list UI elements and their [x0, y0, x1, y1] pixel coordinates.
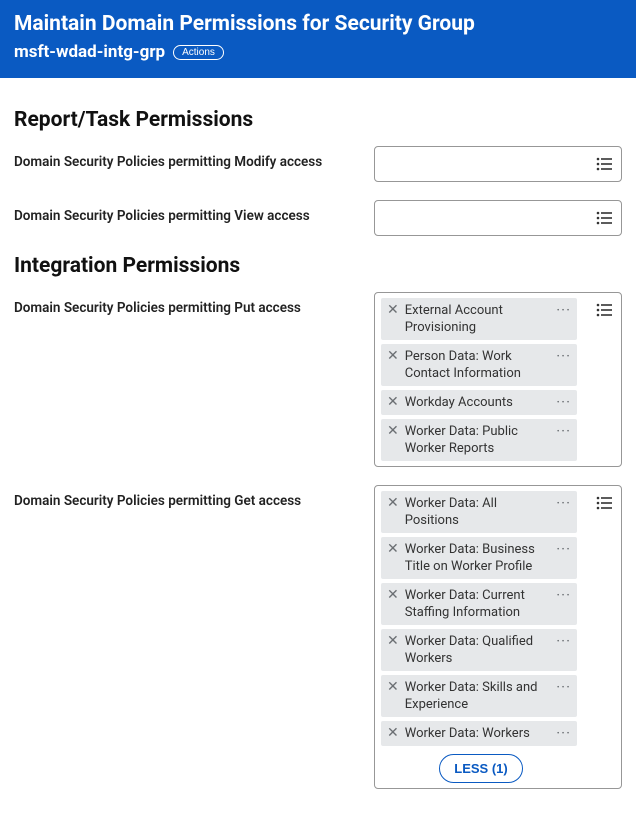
modify-label: Domain Security Policies permitting Modi…: [14, 146, 374, 170]
content-area: Report/Task Permissions Domain Security …: [0, 78, 636, 821]
more-icon[interactable]: ···: [556, 423, 571, 440]
chip: ✕ Person Data: Work Contact Information ··…: [381, 344, 577, 386]
chip: ✕ Workday Accounts ···: [381, 390, 577, 415]
remove-icon[interactable]: ✕: [387, 725, 399, 742]
field-modify-access: Domain Security Policies permitting Modi…: [14, 146, 622, 182]
list-icon[interactable]: [595, 301, 613, 323]
view-picker[interactable]: [374, 200, 622, 236]
remove-icon[interactable]: ✕: [387, 587, 399, 604]
chip-label: Worker Data: Skills and Experience: [405, 679, 551, 713]
chip-label: Worker Data: Business Title on Worker Pr…: [405, 541, 551, 575]
remove-icon[interactable]: ✕: [387, 495, 399, 512]
view-label: Domain Security Policies permitting View…: [14, 200, 374, 224]
remove-icon[interactable]: ✕: [387, 679, 399, 696]
get-picker[interactable]: ✕ Worker Data: All Positions ··· ✕ Worker Da…: [374, 485, 622, 789]
less-button[interactable]: LESS (1): [439, 754, 522, 783]
more-icon[interactable]: ···: [556, 394, 571, 411]
chip-label: Person Data: Work Contact Information: [405, 348, 551, 382]
section-integration: Integration Permissions: [14, 254, 622, 278]
header-subline: msft-wdad-intg-grp Actions: [14, 42, 622, 62]
chip: ✕ Worker Data: Public Worker Reports ···: [381, 419, 577, 461]
chip-label: Worker Data: Qualified Workers: [405, 633, 551, 667]
more-icon[interactable]: ···: [556, 495, 571, 512]
chip: ✕ Worker Data: Workers ···: [381, 721, 577, 746]
remove-icon[interactable]: ✕: [387, 423, 399, 440]
chip: ✕ Worker Data: Skills and Experience ···: [381, 675, 577, 717]
security-group-name: msft-wdad-intg-grp: [14, 42, 165, 62]
chip: ✕ Worker Data: Business Title on Worker P…: [381, 537, 577, 579]
chip-label: Worker Data: Public Worker Reports: [405, 423, 551, 457]
more-icon[interactable]: ···: [556, 302, 571, 319]
modify-picker[interactable]: [374, 146, 622, 182]
list-icon[interactable]: [595, 494, 613, 516]
chip-label: Worker Data: All Positions: [405, 495, 551, 529]
chip-label: Worker Data: Current Staffing Informatio…: [405, 587, 551, 621]
more-icon[interactable]: ···: [556, 679, 571, 696]
get-label: Domain Security Policies permitting Get …: [14, 485, 374, 509]
more-icon[interactable]: ···: [556, 541, 571, 558]
remove-icon[interactable]: ✕: [387, 394, 399, 411]
page-title: Maintain Domain Permissions for Security…: [14, 12, 622, 36]
chip: ✕ Worker Data: Current Staffing Informati…: [381, 583, 577, 625]
put-picker[interactable]: ✕ External Account Provisioning ··· ✕ Person…: [374, 292, 622, 467]
chip-label: Workday Accounts: [405, 394, 551, 411]
more-icon[interactable]: ···: [556, 348, 571, 365]
list-icon[interactable]: [595, 155, 613, 177]
field-get-access: Domain Security Policies permitting Get …: [14, 485, 622, 789]
chip-label: External Account Provisioning: [405, 302, 551, 336]
remove-icon[interactable]: ✕: [387, 302, 399, 319]
list-icon[interactable]: [595, 209, 613, 231]
field-put-access: Domain Security Policies permitting Put …: [14, 292, 622, 467]
chip: ✕ Worker Data: Qualified Workers ···: [381, 629, 577, 671]
remove-icon[interactable]: ✕: [387, 348, 399, 365]
field-view-access: Domain Security Policies permitting View…: [14, 200, 622, 236]
page-header: Maintain Domain Permissions for Security…: [0, 0, 636, 78]
remove-icon[interactable]: ✕: [387, 633, 399, 650]
more-icon[interactable]: ···: [556, 587, 571, 604]
chip-label: Worker Data: Workers: [405, 725, 551, 742]
chip: ✕ Worker Data: All Positions ···: [381, 491, 577, 533]
section-report-task: Report/Task Permissions: [14, 108, 622, 132]
actions-button[interactable]: Actions: [173, 45, 224, 60]
more-icon[interactable]: ···: [556, 725, 571, 742]
more-icon[interactable]: ···: [556, 633, 571, 650]
chip: ✕ External Account Provisioning ···: [381, 298, 577, 340]
remove-icon[interactable]: ✕: [387, 541, 399, 558]
put-label: Domain Security Policies permitting Put …: [14, 292, 374, 316]
